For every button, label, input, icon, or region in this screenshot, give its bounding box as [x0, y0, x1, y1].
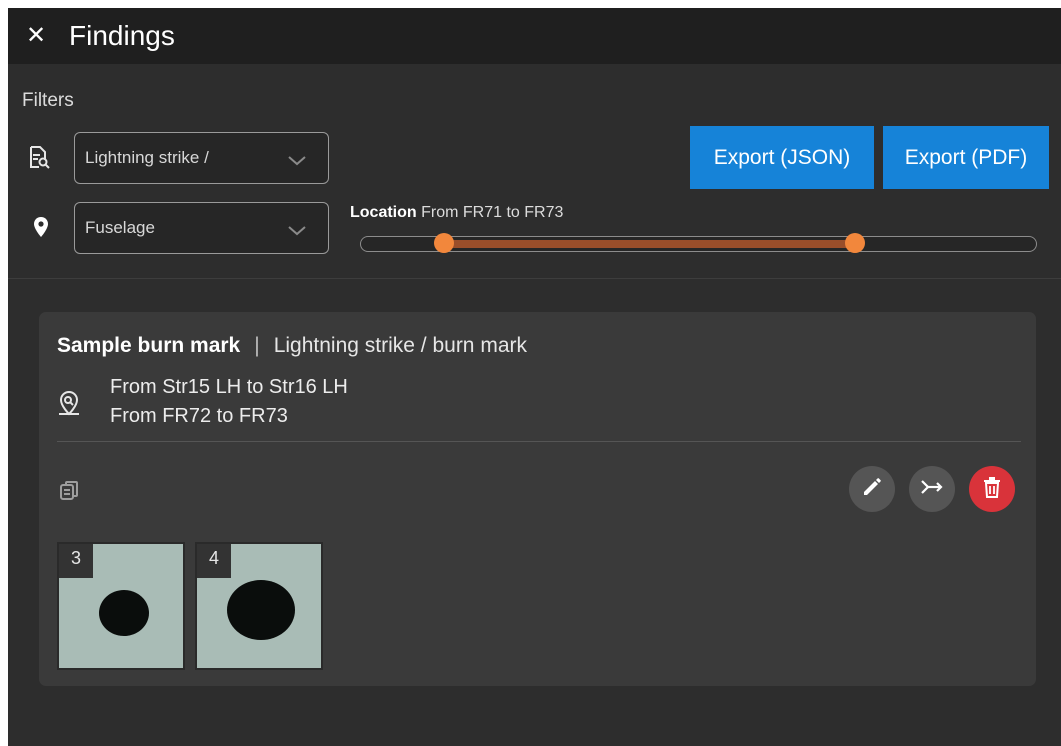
- findings-panel: ✕ Findings Filters Lightning strike / Fu…: [8, 8, 1061, 746]
- finding-category: Lightning strike / burn mark: [273, 334, 527, 357]
- photo-thumbnail[interactable]: 3: [57, 542, 185, 670]
- delete-button[interactable]: [969, 466, 1015, 512]
- export-json-button[interactable]: Export (JSON): [690, 126, 874, 189]
- location-label: Location: [350, 204, 417, 221]
- frame-range: From FR72 to FR73: [110, 405, 288, 427]
- photo-number: 3: [59, 544, 93, 578]
- document-search-icon: [28, 146, 50, 169]
- location-search-icon: [57, 390, 81, 421]
- location-range-slider[interactable]: [360, 233, 1037, 253]
- range-start-handle[interactable]: [434, 233, 455, 253]
- burn-mark-image: [99, 590, 149, 636]
- finding-separator: |: [254, 334, 260, 357]
- chevron-down-icon: [288, 223, 306, 241]
- trash-icon: [982, 476, 1002, 503]
- finding-name: Sample burn mark: [57, 334, 241, 357]
- location-range-text: From FR71 to FR73: [421, 204, 564, 221]
- zone-value: Fuselage: [85, 218, 155, 237]
- panel-title: Findings: [69, 20, 175, 51]
- export-pdf-button[interactable]: Export (PDF): [883, 126, 1049, 189]
- title-bar: ✕ Findings: [8, 8, 1061, 64]
- location-filter-label: Location From FR71 to FR73: [350, 204, 563, 222]
- photo-number: 4: [197, 544, 231, 578]
- merge-button[interactable]: [909, 466, 955, 512]
- finding-header: Sample burn mark | Lightning strike / burn…: [57, 334, 527, 358]
- location-range-fill: [444, 240, 856, 248]
- filters-label: Filters: [22, 90, 74, 111]
- close-icon[interactable]: ✕: [25, 24, 47, 48]
- map-pin-icon: [30, 216, 52, 238]
- copy-icon[interactable]: [59, 480, 81, 507]
- finding-type-dropdown[interactable]: Lightning strike /: [74, 132, 329, 184]
- card-divider: [57, 441, 1021, 442]
- zone-dropdown[interactable]: Fuselage: [74, 202, 329, 254]
- finding-type-value: Lightning strike /: [85, 148, 209, 167]
- chevron-down-icon: [288, 153, 306, 171]
- range-end-handle[interactable]: [845, 233, 866, 253]
- pencil-icon: [861, 476, 883, 503]
- burn-mark-image: [227, 580, 295, 640]
- finding-card[interactable]: Sample burn mark | Lightning strike / burn…: [39, 312, 1036, 686]
- stringer-range: From Str15 LH to Str16 LH: [110, 376, 348, 398]
- edit-button[interactable]: [849, 466, 895, 512]
- merge-icon: [920, 477, 944, 502]
- photo-thumbnail[interactable]: 4: [195, 542, 323, 670]
- divider: [8, 278, 1061, 279]
